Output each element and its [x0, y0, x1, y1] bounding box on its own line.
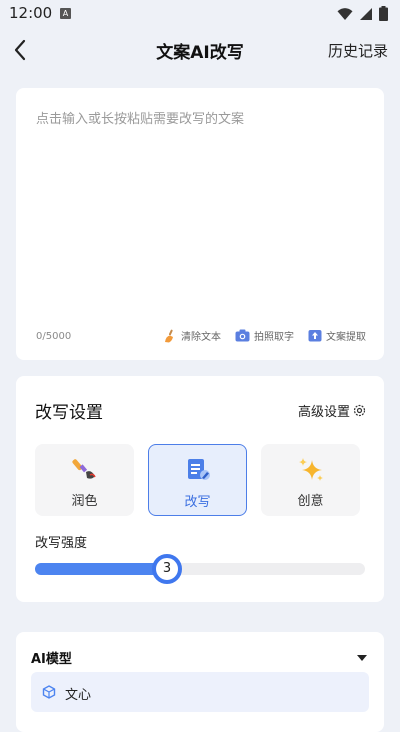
model-option[interactable]: 文心 [31, 672, 369, 712]
photo-text-button[interactable]: 拍照取字 [235, 328, 294, 343]
sparkle-icon [298, 458, 323, 481]
camera-icon [235, 329, 250, 342]
rewrite-settings-card: 改写设置 高级设置 润色 改写 创意 改写强度 3 [16, 376, 384, 602]
battery-icon [379, 6, 388, 21]
ai-model-card: AI模型 文心 [16, 632, 384, 732]
wifi-icon [337, 7, 353, 20]
mode-rewrite[interactable]: 改写 [148, 444, 247, 516]
model-title: AI模型 [31, 652, 72, 667]
strength-label: 改写强度 [35, 536, 88, 551]
status-icons [337, 6, 388, 21]
advanced-settings-label: 高级设置 [297, 405, 350, 420]
photo-text-label: 拍照取字 [254, 332, 294, 343]
char-count: 0/5000 [36, 331, 72, 342]
notification-icon: A [60, 8, 71, 19]
strength-slider[interactable]: 3 [35, 554, 365, 584]
status-bar: 12:00 A [0, 0, 400, 28]
gear-icon [353, 404, 366, 417]
extract-text-button[interactable]: 文案提取 [308, 328, 366, 343]
strength-slider-thumb[interactable]: 3 [152, 554, 182, 584]
settings-title: 改写设置 [35, 403, 103, 423]
mode-polish-label: 润色 [71, 494, 98, 509]
signal-icon [360, 7, 372, 20]
mode-rewrite-label: 改写 [184, 495, 211, 510]
text-input-placeholder[interactable]: 点击输入或长按粘贴需要改写的文案 [36, 108, 244, 127]
text-input-card[interactable]: 点击输入或长按粘贴需要改写的文案 0/5000 清除文本 拍照取字 文案提取 [16, 88, 384, 360]
status-time: 12:00 [9, 4, 53, 22]
top-app-bar: 文案AI改写 历史记录 [0, 28, 400, 72]
history-button[interactable]: 历史记录 [328, 40, 388, 61]
extract-text-label: 文案提取 [326, 332, 366, 343]
model-option-label: 文心 [65, 688, 92, 703]
rewrite-mode-group: 润色 改写 创意 [35, 444, 360, 516]
mode-creative[interactable]: 创意 [261, 444, 360, 516]
strength-slider-fill [35, 563, 167, 575]
mode-creative-label: 创意 [297, 494, 324, 509]
input-tools: 清除文本 拍照取字 文案提取 [163, 328, 366, 343]
document-edit-icon [187, 459, 210, 480]
clear-text-label: 清除文本 [181, 332, 221, 343]
clear-text-button[interactable]: 清除文本 [163, 328, 221, 343]
paintbrush-icon [71, 459, 96, 479]
advanced-settings-button[interactable]: 高级设置 [298, 401, 366, 420]
cube-icon [42, 685, 56, 699]
upload-icon [308, 330, 322, 342]
mode-polish[interactable]: 润色 [35, 444, 134, 516]
caret-down-icon[interactable] [356, 654, 368, 662]
broom-icon [165, 329, 173, 342]
